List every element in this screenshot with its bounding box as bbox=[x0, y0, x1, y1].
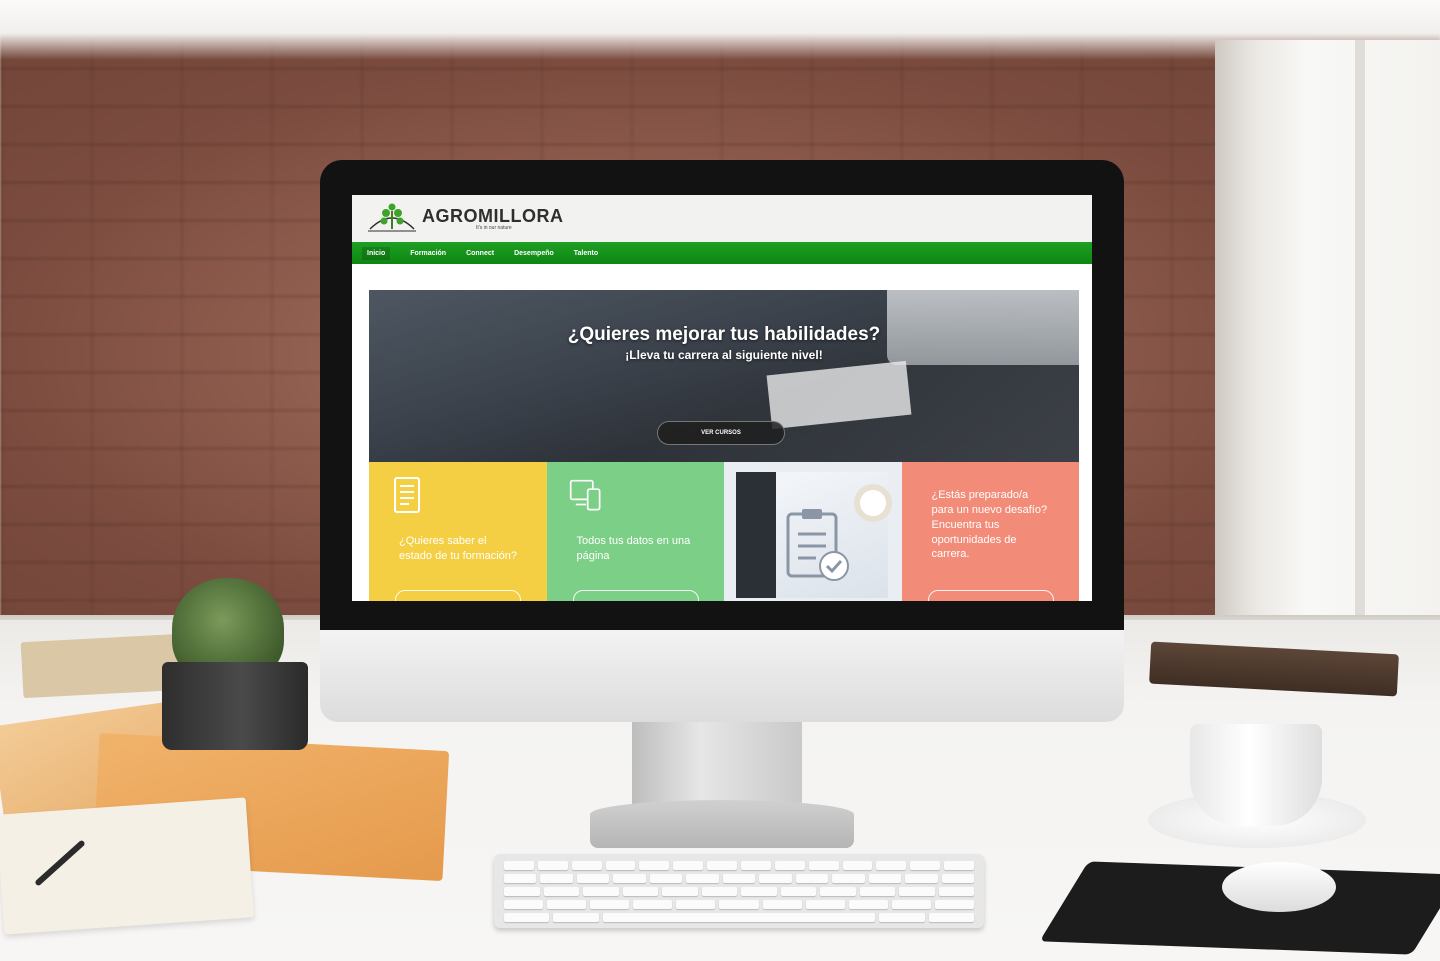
tile-formacion-button[interactable] bbox=[395, 590, 521, 601]
site-header: AGROMILLORA It's in our nature bbox=[352, 195, 1092, 242]
nav-item-talento[interactable]: Talento bbox=[574, 250, 598, 257]
tile-talento[interactable]: ¿Estás preparado/a para un nuevo desafío… bbox=[901, 462, 1079, 601]
document-icon bbox=[394, 477, 420, 513]
hero-banner: ¿Quieres mejorar tus habilidades? ¡Lleva… bbox=[369, 290, 1079, 462]
nav-item-inicio[interactable]: Inicio bbox=[362, 246, 391, 260]
hero-subtitle: ¡Lleva tu carrera al siguiente nivel! bbox=[625, 348, 823, 362]
window bbox=[1215, 40, 1440, 640]
hero-paper-image bbox=[766, 360, 912, 430]
tile-talento-text: ¿Estás preparado/a para un nuevo desafío… bbox=[931, 489, 1048, 561]
desk-photo bbox=[736, 472, 892, 598]
logo-tagline: It's in our nature bbox=[476, 225, 512, 231]
nav-item-connect[interactable]: Connect bbox=[466, 250, 494, 257]
monitor-chin bbox=[320, 630, 1124, 722]
monitor-stand-base bbox=[590, 800, 854, 848]
cactus-pot bbox=[162, 662, 308, 750]
tile-datos-text: Todos tus datos en una página bbox=[576, 535, 691, 562]
photo-laptop bbox=[736, 472, 776, 598]
tree-logo-icon[interactable] bbox=[366, 201, 418, 233]
clipboard-check-icon bbox=[786, 509, 849, 581]
monitor-screen: AGROMILLORA It's in our nature Inicio Fo… bbox=[352, 195, 1092, 601]
hero-title: ¿Quieres mejorar tus habilidades? bbox=[567, 324, 881, 345]
photo-cup bbox=[854, 484, 892, 522]
mouse bbox=[1222, 862, 1336, 912]
nav-item-desempeno[interactable]: Desempeño bbox=[514, 250, 554, 257]
envelope bbox=[20, 633, 184, 699]
feature-tiles: ¿Quieres saber el estado de tu formación… bbox=[369, 462, 1079, 601]
keyboard bbox=[494, 854, 984, 928]
tile-talento-button[interactable] bbox=[927, 590, 1054, 601]
tile-desempeno[interactable] bbox=[724, 462, 902, 601]
tile-datos[interactable]: Todos tus datos en una página bbox=[546, 462, 724, 601]
ver-cursos-button[interactable]: VER CURSOS bbox=[657, 421, 785, 445]
tile-datos-button[interactable] bbox=[572, 590, 699, 601]
main-nav: Inicio Formación Connect Desempeño Talen… bbox=[352, 242, 1092, 264]
tile-formacion-text: ¿Quieres saber el estado de tu formación… bbox=[399, 535, 518, 562]
logo-text[interactable]: AGROMILLORA bbox=[422, 206, 563, 227]
devices-icon bbox=[569, 479, 600, 511]
monitor-bezel: AGROMILLORA It's in our nature Inicio Fo… bbox=[320, 160, 1124, 630]
coffee-cup bbox=[1190, 724, 1322, 826]
imac-monitor: AGROMILLORA It's in our nature Inicio Fo… bbox=[320, 160, 1124, 722]
tile-formacion[interactable]: ¿Quieres saber el estado de tu formación… bbox=[369, 462, 547, 601]
nav-item-formacion[interactable]: Formación bbox=[410, 250, 446, 257]
notebook bbox=[0, 797, 254, 935]
